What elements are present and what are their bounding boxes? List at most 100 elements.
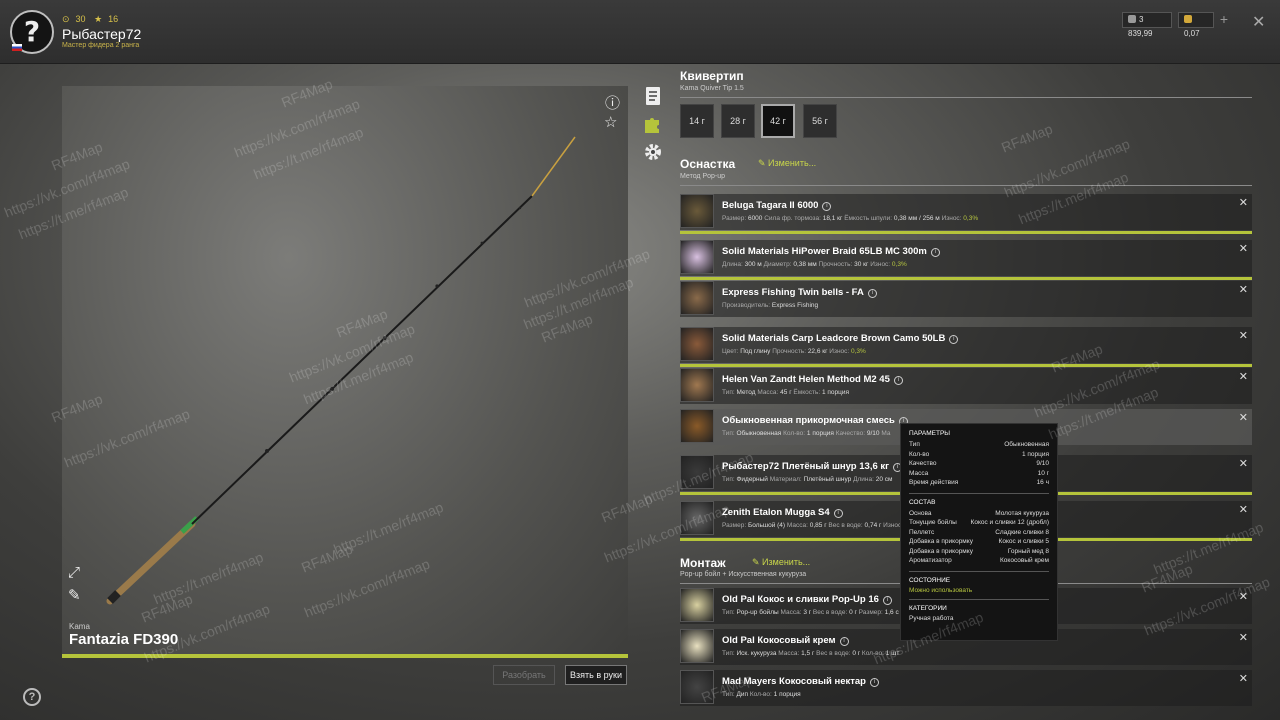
param-value: 18,1 кг xyxy=(822,215,843,222)
item-name: Обыкновенная прикормочная смесь i xyxy=(722,415,908,426)
tip-option[interactable]: 14 г xyxy=(680,104,714,138)
info-icon[interactable]: i xyxy=(822,202,832,211)
param-value: 0,38 мм xyxy=(793,261,817,268)
fullscreen-icon[interactable]: ⤢ xyxy=(68,564,80,581)
favorite-star-icon[interactable]: ☆ xyxy=(604,113,617,131)
edit-pencil-icon[interactable]: ✎ xyxy=(68,586,81,604)
item-name: Express Fishing Twin bells - FA i xyxy=(722,287,877,298)
item-row[interactable]: Express Fishing Twin bells - FA i Производ… xyxy=(680,281,1252,317)
tip-option[interactable]: 28 г xyxy=(721,104,755,138)
param-key: Масса: xyxy=(757,389,781,396)
param-key: Ёмкость шпули: xyxy=(844,215,894,222)
remove-icon[interactable]: ✕ xyxy=(1239,283,1248,296)
remove-icon[interactable]: ✕ xyxy=(1239,631,1248,644)
info-icon[interactable]: ⓘ xyxy=(605,92,620,113)
param-value: Дип xyxy=(736,691,749,698)
item-tooltip: ПАРАМЕТРЫ Тип Обыкновенная Кол-во 1 порция Ка… xyxy=(900,423,1058,641)
tip-option[interactable]: 56 г xyxy=(803,104,837,138)
remove-icon[interactable]: ✕ xyxy=(1239,196,1248,209)
tooltip-row: Добавка в прикормку Кокос и сливки 5 xyxy=(909,537,1049,547)
info-icon[interactable]: i xyxy=(833,509,843,518)
tooltip-row: Добавка в прикормку Горный мед 8 xyxy=(909,547,1049,557)
tooltip-row: Тип Обыкновенная xyxy=(909,440,1049,450)
item-description: Тип: Иск. кукуруза Масса: 1,5 г Вес в во… xyxy=(722,650,899,657)
info-icon[interactable]: i xyxy=(949,335,959,344)
param-value: Большой (4) xyxy=(747,522,786,529)
tackle-edit-link[interactable]: ✎ Изменить... xyxy=(758,158,816,169)
tackle-title: Оснастка xyxy=(680,157,736,171)
tooltip-key: Пеллетс xyxy=(909,528,935,536)
remove-icon[interactable]: ✕ xyxy=(1239,590,1248,603)
info-icon[interactable]: i xyxy=(869,678,879,687)
item-description: Длина: 300 м Диаметр: 0,38 мм Прочность:… xyxy=(722,261,907,268)
add-gold-button[interactable]: + xyxy=(1217,12,1231,28)
remove-icon[interactable]: ✕ xyxy=(1239,329,1248,342)
param-key: Кол-во: xyxy=(783,430,807,437)
item-description: Тип: Метод Масса: 45 г Ёмкость: 1 порция xyxy=(722,389,849,396)
gold-balance: 0,07 xyxy=(1178,12,1214,38)
item-name-text: Old Pal Кокос и сливки Pop-Up 16 xyxy=(722,594,879,605)
category-heading: КАТЕГОРИИ xyxy=(909,604,947,612)
item-row[interactable]: Beluga Tagara II 6000 i Размер: 6000 Сила … xyxy=(680,194,1252,234)
param-key: Кол-во: xyxy=(861,650,886,657)
tooltip-row: Кол-во 1 порция xyxy=(909,450,1049,460)
item-name-text: Zenith Etalon Mugga S4 xyxy=(722,507,830,518)
item-name: Рыбастер72 Плетёный шнур 13,6 кг i xyxy=(722,461,903,472)
param-value: 0,74 г xyxy=(864,522,882,529)
param-value: 1 порция xyxy=(773,691,801,698)
tooltip-key: Кол-во xyxy=(909,450,930,458)
param-value: Фидерный xyxy=(736,476,768,483)
item-row[interactable]: Solid Materials HiPower Braid 65LB MC 30… xyxy=(680,240,1252,280)
puzzle-icon[interactable] xyxy=(643,114,663,134)
param-value: 1 порция xyxy=(821,389,850,396)
help-icon[interactable]: ? xyxy=(23,688,41,706)
mount-title: Монтаж xyxy=(680,556,726,570)
item-row[interactable]: Solid Materials Carp Leadcore Brown Camo… xyxy=(680,327,1252,367)
mount-edit-link[interactable]: ✎ Изменить... xyxy=(752,557,810,568)
item-row[interactable]: Mad Mayers Кокосовый нектар i Тип: Дип Кол… xyxy=(680,670,1252,706)
remove-icon[interactable]: ✕ xyxy=(1239,503,1248,516)
tooltip-row: Качество 9/10 xyxy=(909,459,1049,469)
disassemble-button[interactable]: Разобрать xyxy=(493,665,555,685)
param-key: Сила фр. тормоза: xyxy=(764,215,823,222)
item-description: Тип: Pop-up бойлы Масса: 3 г Вес в воде:… xyxy=(722,609,899,616)
item-description: Цвет: Под глину Прочность: 22,6 кг Износ… xyxy=(722,348,866,355)
param-value: Метод xyxy=(736,389,756,396)
item-row[interactable]: Helen Van Zandt Helen Method M2 45 i Тип: … xyxy=(680,368,1252,404)
remove-icon[interactable]: ✕ xyxy=(1239,672,1248,685)
close-icon[interactable]: ✕ xyxy=(1252,12,1265,32)
tooltip-value: Обыкновенная xyxy=(1004,441,1049,448)
item-thumbnail xyxy=(680,629,714,663)
take-in-hand-button[interactable]: Взять в руки xyxy=(565,665,627,685)
info-icon[interactable]: i xyxy=(882,596,892,605)
item-name-text: Обыкновенная прикормочная смесь xyxy=(722,415,895,426)
item-thumbnail xyxy=(680,368,714,402)
param-value: 30 кг xyxy=(854,261,869,268)
param-value: 20 см xyxy=(875,476,893,483)
info-icon[interactable]: i xyxy=(893,376,903,385)
divider xyxy=(680,185,1252,186)
document-icon[interactable] xyxy=(643,86,663,106)
info-icon[interactable]: i xyxy=(930,248,940,257)
item-description: Производитель: Express Fishing xyxy=(722,302,818,309)
player-stars: 16 xyxy=(108,14,119,24)
param-value: 0,85 г xyxy=(809,522,827,529)
tip-option-selected[interactable]: 42 г xyxy=(761,104,795,138)
param-key: Вес в воде: xyxy=(828,522,865,529)
remove-icon[interactable]: ✕ xyxy=(1239,242,1248,255)
item-name: Zenith Etalon Mugga S4 i xyxy=(722,507,843,518)
remove-icon[interactable]: ✕ xyxy=(1239,457,1248,470)
info-icon[interactable]: i xyxy=(867,289,877,298)
info-icon[interactable]: i xyxy=(839,637,849,646)
tooltip-divider xyxy=(909,570,1049,572)
param-key: Масса: xyxy=(778,650,802,657)
tooltip-row: Основа Молотая кукуруза xyxy=(909,509,1049,519)
param-value: 1,5 г xyxy=(801,650,815,657)
mount-subtitle: Pop-up бойл + Искусственная кукуруза xyxy=(680,571,807,578)
remove-icon[interactable]: ✕ xyxy=(1239,411,1248,424)
param-key: Диаметр: xyxy=(763,261,794,268)
param-key: Масса: xyxy=(780,609,804,616)
gear-icon[interactable] xyxy=(643,142,663,162)
item-thumbnail xyxy=(680,670,714,704)
remove-icon[interactable]: ✕ xyxy=(1239,370,1248,383)
